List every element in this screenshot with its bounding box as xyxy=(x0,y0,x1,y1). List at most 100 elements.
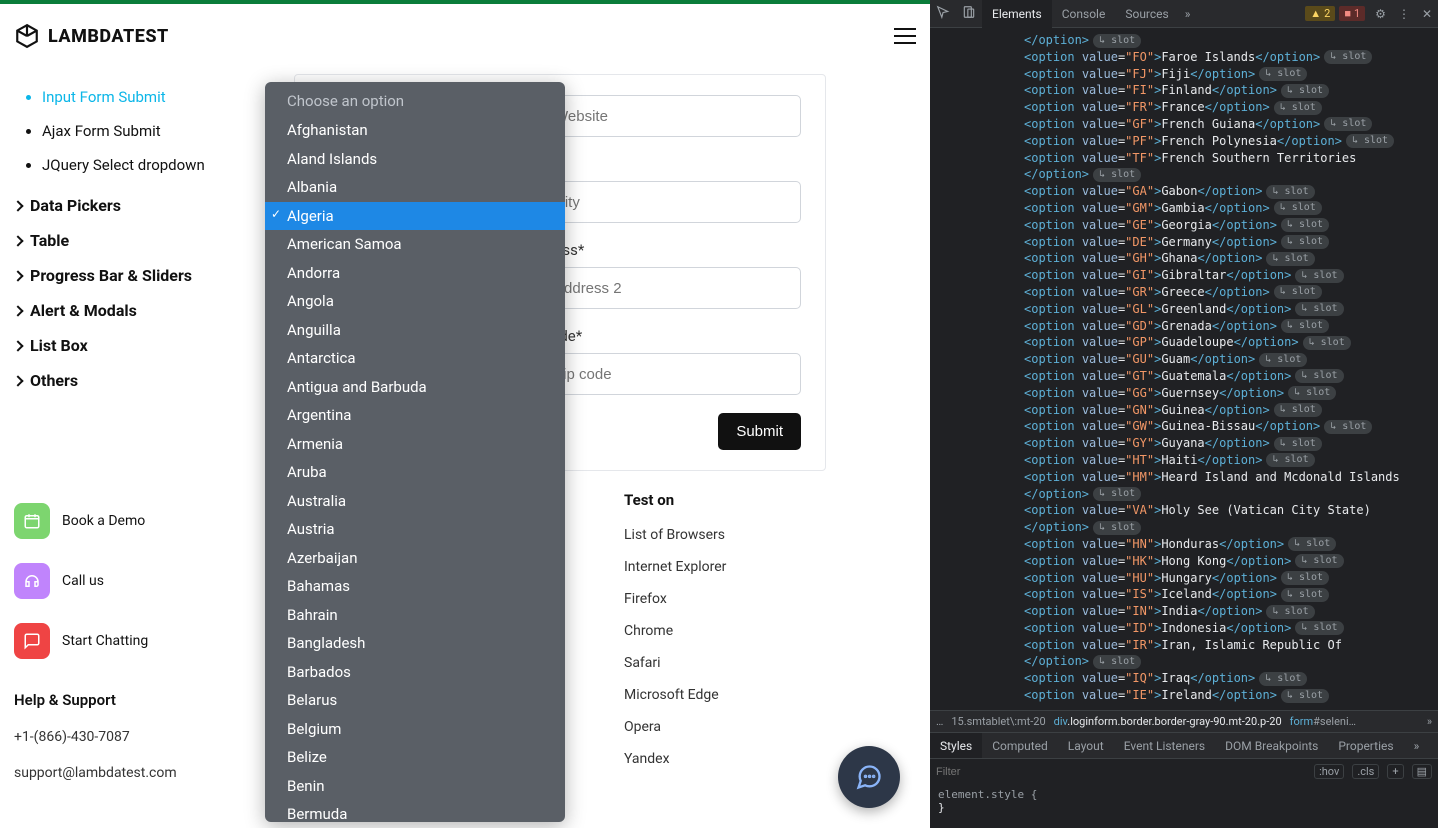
tab-elements[interactable]: Elements xyxy=(982,0,1052,28)
properties-tab[interactable]: Properties xyxy=(1328,733,1403,759)
dom-node[interactable]: <option value="HK">Hong Kong</option>↳ s… xyxy=(960,553,1438,570)
dom-node[interactable]: <option value="GG">Guernsey</option>↳ sl… xyxy=(960,385,1438,402)
inspect-icon[interactable] xyxy=(930,5,956,22)
sidebar-item[interactable]: Input Form Submit xyxy=(42,80,254,114)
sidebar-section[interactable]: Progress Bar & Sliders xyxy=(14,258,254,293)
dropdown-option[interactable]: Antarctica xyxy=(265,344,565,373)
dropdown-option[interactable]: Belgium xyxy=(265,715,565,744)
dropdown-option[interactable]: Bahamas xyxy=(265,572,565,601)
device-toggle-icon[interactable] xyxy=(956,5,982,22)
city-input[interactable] xyxy=(541,181,801,223)
warnings-badge[interactable]: ▲2 xyxy=(1305,6,1335,21)
dropdown-option[interactable]: Aruba xyxy=(265,458,565,487)
teston-link[interactable]: Firefox xyxy=(624,591,726,607)
sidebar-section[interactable]: Table xyxy=(14,223,254,258)
close-icon[interactable]: ✕ xyxy=(1416,7,1438,21)
dropdown-option[interactable]: Afghanistan xyxy=(265,116,565,145)
zip-input[interactable] xyxy=(541,353,801,395)
dropdown-option[interactable]: Aland Islands xyxy=(265,145,565,174)
dom-node[interactable]: <option value="FJ">Fiji</option>↳ slot xyxy=(960,66,1438,83)
sidebar-section[interactable]: List Box xyxy=(14,328,254,363)
kebab-icon[interactable]: ⋮ xyxy=(1392,7,1416,21)
hov-toggle[interactable]: :hov xyxy=(1314,764,1344,779)
dom-node[interactable]: <option value="GD">Grenada</option>↳ slo… xyxy=(960,318,1438,335)
layout-tab[interactable]: Layout xyxy=(1058,733,1114,759)
teston-link[interactable]: Safari xyxy=(624,655,726,671)
dropdown-option[interactable]: Argentina xyxy=(265,401,565,430)
dropdown-option[interactable]: Belize xyxy=(265,743,565,772)
dropdown-option[interactable]: Azerbaijan xyxy=(265,544,565,573)
website-input[interactable] xyxy=(541,95,801,137)
dom-node[interactable]: <option value="GR">Greece</option>↳ slot xyxy=(960,284,1438,301)
dropdown-option[interactable]: Algeria xyxy=(265,202,565,231)
dropdown-option[interactable]: Bermuda xyxy=(265,800,565,822)
teston-link[interactable]: Yandex xyxy=(624,751,726,767)
errors-badge[interactable]: ■1 xyxy=(1339,6,1365,21)
computed-tab[interactable]: Computed xyxy=(982,733,1058,759)
dom-node[interactable]: <option value="HM">Heard Island and Mcdo… xyxy=(960,469,1438,503)
dom-node[interactable]: <option value="GW">Guinea-Bissau</option… xyxy=(960,418,1438,435)
dropdown-option[interactable]: Armenia xyxy=(265,430,565,459)
dom-node[interactable]: <option value="GM">Gambia</option>↳ slot xyxy=(960,200,1438,217)
dropdown-option[interactable]: Benin xyxy=(265,772,565,801)
dom-node[interactable]: <option value="IE">Ireland</option>↳ slo… xyxy=(960,687,1438,704)
dom-node[interactable]: <option value="ID">Indonesia</option>↳ s… xyxy=(960,620,1438,637)
dom-node[interactable]: <option value="DE">Germany</option>↳ slo… xyxy=(960,234,1438,251)
chat-fab[interactable] xyxy=(838,746,900,808)
styles-tab[interactable]: Styles xyxy=(930,733,982,759)
more-tabs-icon[interactable]: » xyxy=(1179,7,1197,21)
dom-node[interactable]: <option value="GU">Guam</option>↳ slot xyxy=(960,351,1438,368)
sidebar-section[interactable]: Alert & Modals xyxy=(14,293,254,328)
country-dropdown[interactable]: Choose an option AfghanistanAland Island… xyxy=(265,82,565,822)
dom-node[interactable]: <option value="FI">Finland</option>↳ slo… xyxy=(960,82,1438,99)
hamburger-menu[interactable] xyxy=(894,28,916,44)
address-input[interactable] xyxy=(541,267,801,309)
dom-node[interactable]: <option value="GT">Guatemala</option>↳ s… xyxy=(960,368,1438,385)
dom-bp-tab[interactable]: DOM Breakpoints xyxy=(1215,733,1328,759)
dom-node[interactable]: <option value="GY">Guyana</option>↳ slot xyxy=(960,435,1438,452)
teston-link[interactable]: Internet Explorer xyxy=(624,559,726,575)
tab-sources[interactable]: Sources xyxy=(1115,0,1178,28)
brand-logo[interactable]: LAMBDATEST xyxy=(14,23,169,49)
dropdown-option[interactable]: Albania xyxy=(265,173,565,202)
dom-node[interactable]: <option value="GL">Greenland</option>↳ s… xyxy=(960,301,1438,318)
listeners-tab[interactable]: Event Listeners xyxy=(1114,733,1215,759)
dom-node[interactable]: <option value="GN">Guinea</option>↳ slot xyxy=(960,402,1438,419)
submit-button[interactable]: Submit xyxy=(718,413,801,450)
gear-icon[interactable]: ⚙ xyxy=(1369,7,1392,21)
dom-node[interactable]: <option value="GF">French Guiana</option… xyxy=(960,116,1438,133)
sidebar-item[interactable]: JQuery Select dropdown xyxy=(42,148,254,182)
dom-node[interactable]: <option value="TF">French Southern Terri… xyxy=(960,150,1438,184)
dropdown-option[interactable]: American Samoa xyxy=(265,230,565,259)
toggle-sidebar-icon[interactable]: ▤ xyxy=(1412,764,1432,779)
dom-node[interactable]: <option value="GA">Gabon</option>↳ slot xyxy=(960,183,1438,200)
dropdown-option[interactable]: Bangladesh xyxy=(265,629,565,658)
more-styles-tabs[interactable]: » xyxy=(1404,733,1430,759)
dropdown-option[interactable]: Andorra xyxy=(265,259,565,288)
dom-node[interactable]: <option value="GI">Gibraltar</option>↳ s… xyxy=(960,267,1438,284)
dropdown-option[interactable]: Bahrain xyxy=(265,601,565,630)
dom-node[interactable]: <option value="GE">Georgia</option>↳ slo… xyxy=(960,217,1438,234)
dom-node[interactable]: <option value="GH">Ghana</option>↳ slot xyxy=(960,250,1438,267)
teston-link[interactable]: List of Browsers xyxy=(624,527,726,543)
dropdown-option[interactable]: Australia xyxy=(265,487,565,516)
styles-body[interactable]: element.style { } xyxy=(930,784,1438,828)
breadcrumb[interactable]: … 15.smtablet\:mt-20 divdiv.loginform.bo… xyxy=(930,710,1438,732)
dom-node[interactable]: <option value="HU">Hungary</option>↳ slo… xyxy=(960,570,1438,587)
dropdown-option[interactable]: Austria xyxy=(265,515,565,544)
new-style-rule[interactable]: + xyxy=(1387,764,1403,779)
dom-node[interactable]: <option value="PF">French Polynesia</opt… xyxy=(960,133,1438,150)
teston-link[interactable]: Chrome xyxy=(624,623,726,639)
dropdown-option[interactable]: Angola xyxy=(265,287,565,316)
dom-node[interactable]: <option value="IS">Iceland</option>↳ slo… xyxy=(960,586,1438,603)
dom-node[interactable]: <option value="IR">Iran, Islamic Republi… xyxy=(960,637,1438,671)
cls-toggle[interactable]: .cls xyxy=(1352,764,1379,779)
dom-node[interactable]: <option value="FR">France</option>↳ slot xyxy=(960,99,1438,116)
sidebar-item[interactable]: Ajax Form Submit xyxy=(42,114,254,148)
sidebar-section[interactable]: Data Pickers xyxy=(14,188,254,223)
dropdown-option[interactable]: Antigua and Barbuda xyxy=(265,373,565,402)
teston-link[interactable]: Opera xyxy=(624,719,726,735)
dom-node[interactable]: <option value="FO">Faroe Islands</option… xyxy=(960,49,1438,66)
tab-console[interactable]: Console xyxy=(1052,0,1116,28)
dropdown-option[interactable]: Anguilla xyxy=(265,316,565,345)
